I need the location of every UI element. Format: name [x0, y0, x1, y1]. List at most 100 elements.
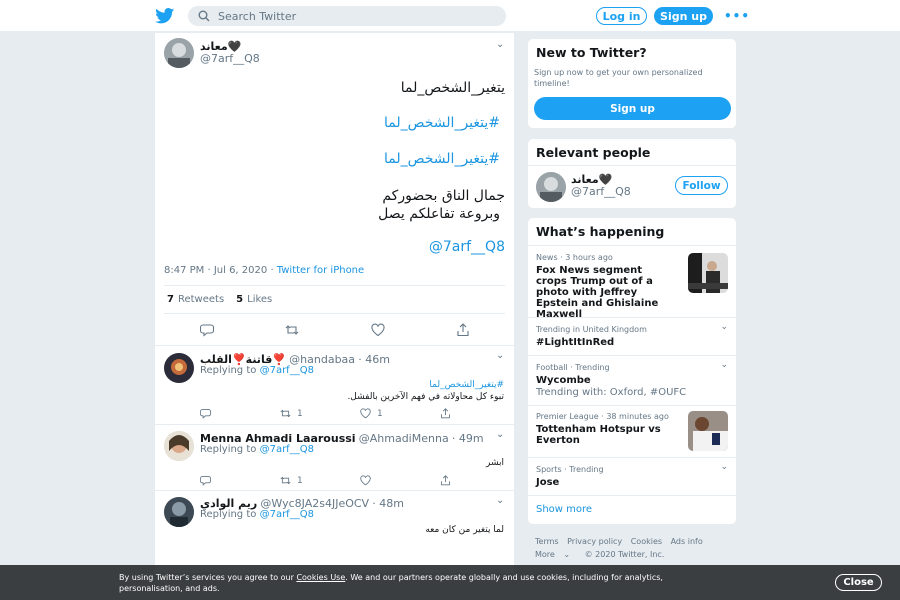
like-action[interactable]: [360, 475, 440, 486]
trend-title: Tottenham Hotspur vs Everton: [536, 424, 661, 446]
replying-to-link[interactable]: @7arf__Q8: [260, 444, 314, 455]
search-input[interactable]: Search Twitter: [188, 6, 506, 26]
trend-item[interactable]: Sports · Trending Jose ⌄: [528, 457, 738, 495]
tweet-text-line: جمال الناق بحضوركم: [382, 188, 505, 204]
chevron-down-icon[interactable]: ⌄: [720, 322, 728, 332]
share-action[interactable]: [440, 475, 514, 486]
twitter-logo-icon[interactable]: [155, 8, 175, 24]
replying-to-link[interactable]: @7arf__Q8: [260, 509, 314, 520]
reply-time[interactable]: · 48m: [372, 497, 404, 510]
reply-avatar[interactable]: [164, 431, 194, 461]
whats-happening-card: What’s happening News · 3 hours ago Fox …: [527, 217, 738, 525]
retweet-icon[interactable]: [285, 323, 299, 337]
login-button[interactable]: Log in: [596, 7, 647, 25]
retweet-icon[interactable]: [280, 408, 291, 419]
relevant-people-card: Relevant people معاند🖤 @7arf__Q8 Follow: [527, 138, 737, 209]
reply-author-handle[interactable]: @AhmadiMenna: [359, 432, 449, 445]
reply-action[interactable]: [200, 475, 280, 486]
replying-to-label: Replying to: [200, 365, 257, 376]
trend-title: Jose: [536, 477, 560, 488]
share-action[interactable]: [440, 408, 514, 419]
tweet-actions: [200, 323, 470, 337]
reply-text: لما يتغير من كان معه: [425, 525, 504, 535]
share-icon[interactable]: [440, 408, 451, 419]
chevron-down-icon[interactable]: ⌄: [720, 360, 728, 370]
replying-to-link[interactable]: @7arf__Q8: [260, 365, 314, 376]
trend-title: Wycombe: [536, 375, 591, 386]
footer-cookies-link[interactable]: Cookies: [631, 537, 662, 546]
hashtag-link[interactable]: #يتغير_الشخص_لما: [384, 115, 500, 131]
like-action[interactable]: 1: [360, 408, 440, 419]
share-icon[interactable]: [440, 475, 451, 486]
footer-terms-link[interactable]: Terms: [535, 537, 559, 546]
trend-item[interactable]: Premier League · 38 minutes ago Tottenha…: [528, 405, 738, 457]
chevron-down-icon[interactable]: ⌄: [496, 39, 504, 50]
footer-row-2: More ⌄ © 2020 Twitter, Inc.: [535, 550, 670, 559]
avatar[interactable]: [536, 172, 566, 202]
hashtag-link[interactable]: #يتغير_الشخص_لما: [384, 151, 500, 167]
person-handle[interactable]: @7arf__Q8: [571, 185, 631, 198]
replying-to: Replying to @7arf__Q8: [200, 509, 314, 520]
reply-actions: 1: [200, 475, 514, 486]
footer-more-link[interactable]: More ⌄: [535, 550, 576, 559]
search-icon: [198, 10, 210, 22]
like-icon[interactable]: [360, 475, 371, 486]
chevron-down-icon[interactable]: ⌄: [496, 495, 504, 506]
card-title: What’s happening: [536, 224, 665, 239]
replying-to: Replying to @7arf__Q8: [200, 444, 314, 455]
cookies-use-link[interactable]: Cookies Use: [296, 573, 345, 582]
like-icon[interactable]: [371, 323, 385, 337]
reply-tweet[interactable]: قاتنة❣️القلب❣️ @handabaa · 46m ⌄ Replyin…: [155, 345, 514, 424]
chevron-down-icon[interactable]: ⌄: [496, 429, 504, 440]
trend-meta: Football · Trending: [536, 363, 610, 372]
retweets-label[interactable]: Retweets: [178, 294, 224, 305]
tweet-source-link[interactable]: Twitter for iPhone: [277, 265, 364, 276]
cookie-text: By using Twitter’s services you agree to…: [119, 572, 719, 594]
mention-link[interactable]: @7arf__Q8: [429, 239, 505, 255]
reply-hashtag[interactable]: #يتغير_الشخص_لما: [429, 380, 504, 390]
author-handle[interactable]: @7arf__Q8: [200, 52, 260, 65]
avatar[interactable]: [164, 38, 194, 68]
tweet-time[interactable]: 8:47 PM · Jul 6, 2020: [164, 265, 267, 276]
reply-time[interactable]: · 46m: [358, 353, 390, 366]
more-menu-icon[interactable]: •••: [724, 9, 750, 23]
reply-text: ابشر: [486, 458, 504, 468]
signup-button[interactable]: Sign up: [654, 7, 713, 25]
follow-button[interactable]: Follow: [675, 176, 728, 195]
reply-avatar[interactable]: [164, 497, 194, 527]
chevron-down-icon[interactable]: ⌄: [496, 350, 504, 361]
reply-icon[interactable]: [200, 475, 211, 486]
tweet-stats: 7 Retweets 5 Likes: [164, 285, 505, 314]
trend-title: #LightItInRed: [536, 337, 615, 348]
reply-icon[interactable]: [200, 408, 211, 419]
show-more-label[interactable]: Show more: [536, 504, 592, 515]
retweets-count[interactable]: 7: [167, 294, 174, 305]
footer-ads-link[interactable]: Ads info: [671, 537, 703, 546]
sidebar-signup-button[interactable]: Sign up: [534, 97, 731, 120]
new-to-twitter-card: New to Twitter? Sign up now to get your …: [527, 38, 737, 129]
footer-privacy-link[interactable]: Privacy policy: [567, 537, 622, 546]
cookie-close-button[interactable]: Close: [835, 574, 882, 591]
top-bar: Search Twitter Log in Sign up •••: [0, 0, 900, 32]
reply-icon[interactable]: [200, 323, 214, 337]
tweet-timestamp: 8:47 PM · Jul 6, 2020 · Twitter for iPho…: [164, 265, 365, 276]
share-icon[interactable]: [456, 323, 470, 337]
footer-copyright: © 2020 Twitter, Inc.: [584, 550, 665, 559]
retweet-action[interactable]: 1: [280, 475, 360, 486]
reply-time[interactable]: · 49m: [452, 432, 484, 445]
reply-avatar[interactable]: [164, 353, 194, 383]
retweet-action[interactable]: 1: [280, 408, 360, 419]
trend-item[interactable]: News · 3 hours ago Fox News segment crop…: [528, 245, 738, 320]
show-more-link[interactable]: Show more: [528, 495, 736, 525]
trend-item[interactable]: Trending in United Kingdom #LightItInRed…: [528, 317, 738, 355]
retweet-icon[interactable]: [280, 475, 291, 486]
reply-action[interactable]: [200, 408, 280, 419]
trend-item[interactable]: Football · Trending Wycombe Trending wit…: [528, 355, 738, 405]
likes-count[interactable]: 5: [236, 294, 243, 305]
likes-label[interactable]: Likes: [247, 294, 272, 305]
reply-tweet[interactable]: Menna Ahmadi Laaroussi @AhmadiMenna · 49…: [155, 424, 514, 490]
chevron-down-icon[interactable]: ⌄: [720, 462, 728, 472]
reply-tweet[interactable]: ريم الوادي @Wyc8JA2s4JJeOCV · 48m ⌄ Repl…: [155, 490, 514, 573]
like-icon[interactable]: [360, 408, 371, 419]
trend-meta: Sports · Trending: [536, 465, 604, 474]
